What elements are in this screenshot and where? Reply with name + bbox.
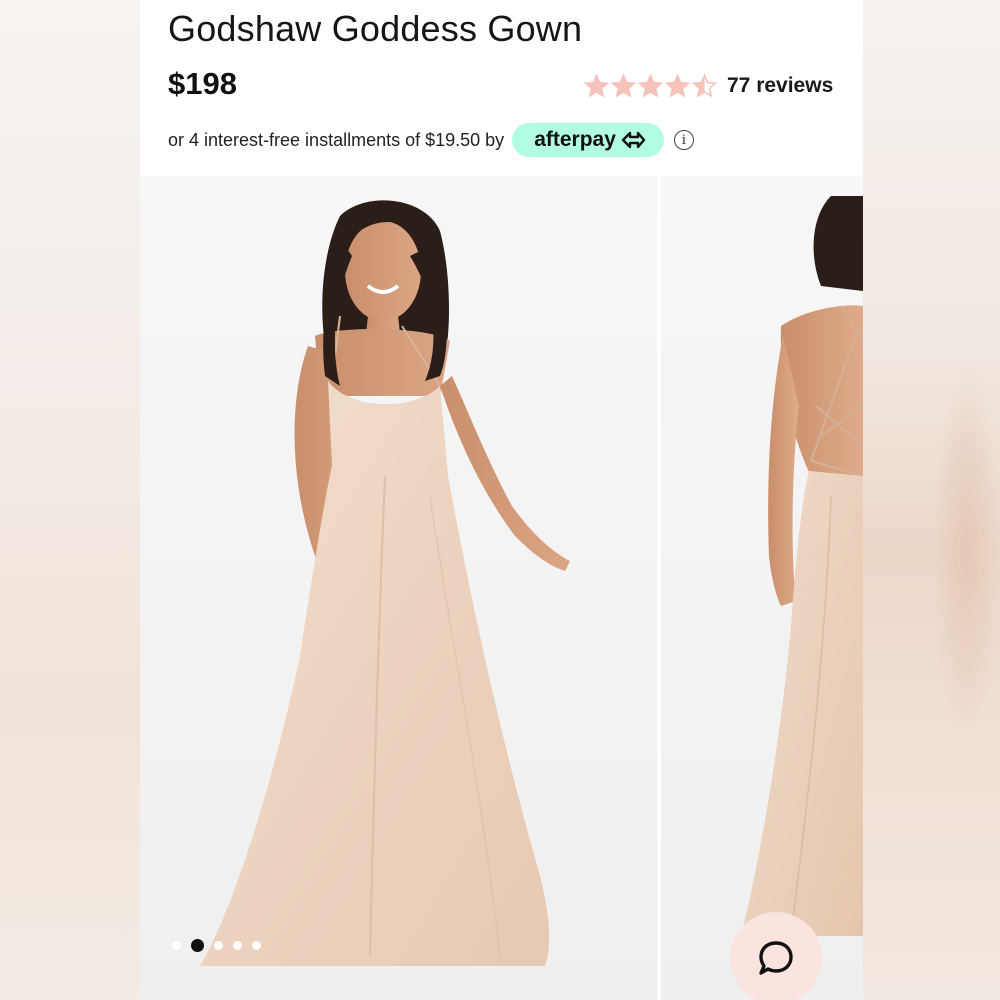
product-image-back[interactable] [661, 176, 863, 1000]
blurred-backdrop-left [0, 0, 140, 1000]
blurred-backdrop-right [863, 0, 1000, 1000]
info-icon[interactable]: i [673, 130, 694, 150]
chat-bubble-icon [759, 941, 793, 975]
product-rating[interactable]: 77 reviews [584, 70, 833, 102]
gallery-dot[interactable] [214, 941, 223, 950]
star-icon [665, 73, 690, 98]
product-title: Godshaw Goddess Gown [168, 8, 583, 49]
star-rating [584, 73, 717, 99]
installments-row: or 4 interest-free installments of $19.5… [168, 122, 694, 158]
product-image-front[interactable] [140, 176, 657, 1000]
afterpay-badge[interactable]: afterpay [512, 123, 664, 157]
star-icon [638, 73, 663, 98]
product-price: $198 [168, 66, 237, 101]
star-icon [584, 73, 609, 98]
review-count-link[interactable]: 77 reviews [727, 74, 833, 98]
afterpay-wordmark: afterpay [534, 128, 616, 151]
product-panel: Godshaw Goddess Gown $198 77 reviews or … [140, 0, 863, 1000]
chat-button[interactable] [730, 912, 822, 1000]
afterpay-arrow-icon [621, 131, 646, 149]
product-image-gallery[interactable] [140, 176, 863, 1000]
installments-text: or 4 interest-free installments of $19.5… [168, 129, 505, 150]
gallery-pagination[interactable] [172, 939, 261, 952]
gallery-dot[interactable] [191, 939, 204, 952]
star-icon [611, 73, 636, 98]
gallery-dot[interactable] [233, 941, 242, 950]
gown-front-illustration [200, 200, 570, 966]
gallery-dot[interactable] [172, 941, 181, 950]
gallery-dot[interactable] [252, 941, 261, 950]
star-icon [692, 73, 717, 98]
gown-back-illustration [741, 196, 863, 937]
